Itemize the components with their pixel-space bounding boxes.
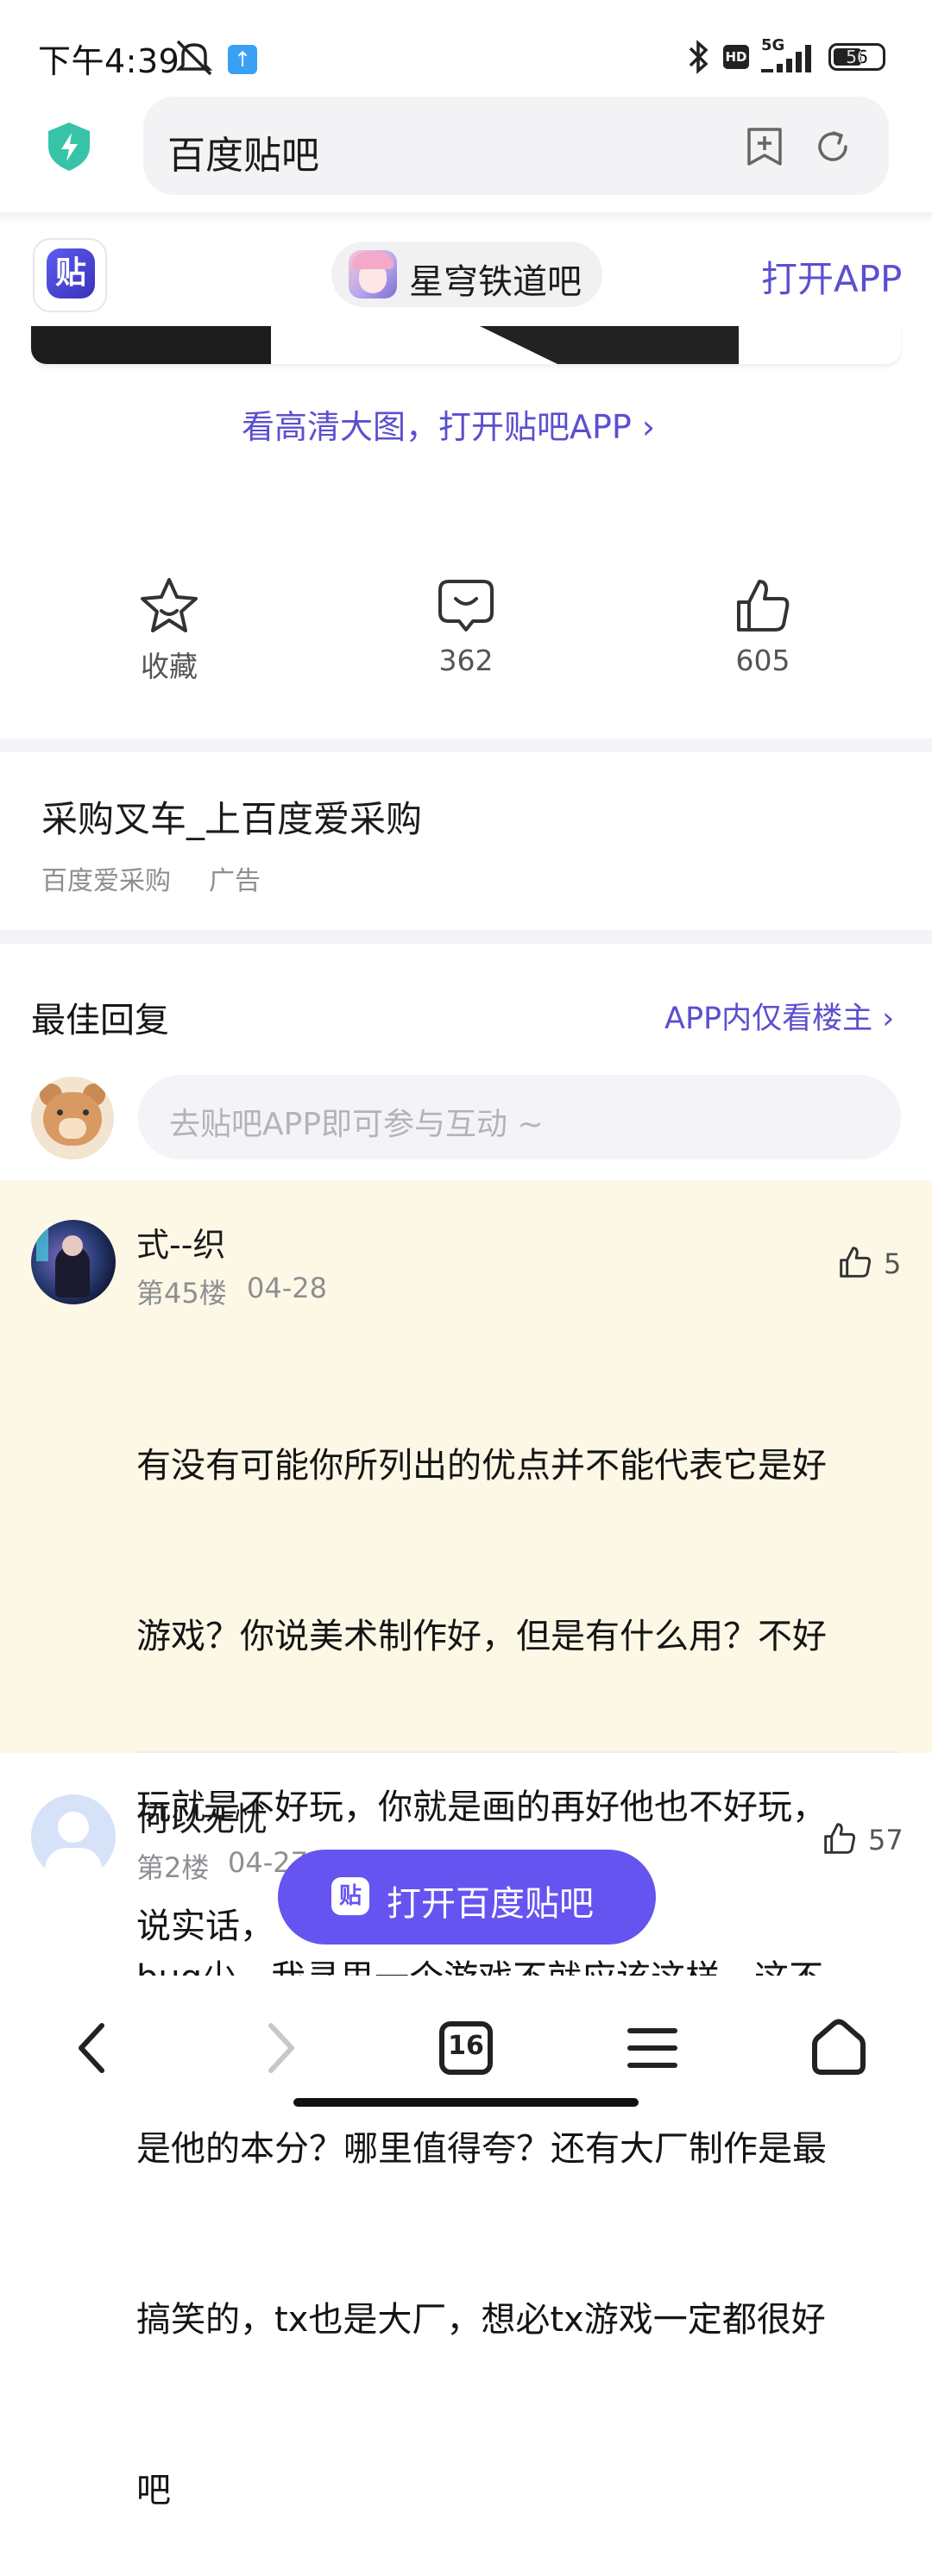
user-avatar <box>31 1077 114 1159</box>
comment-button[interactable]: 362 <box>380 576 552 677</box>
post-body-line: 游戏？你说美术制作好，但是有什么用？不好 <box>136 1617 827 1656</box>
post-like-count: 5 <box>884 1247 902 1280</box>
open-app-link[interactable]: 打开APP <box>761 250 902 303</box>
post-date: 04-28 <box>247 1272 327 1304</box>
comment-icon <box>438 580 494 631</box>
ad-tag: 广告 <box>209 866 261 896</box>
post-divider <box>136 1751 901 1753</box>
post-username[interactable]: 式--织 <box>136 1218 225 1266</box>
battery-level: 56 <box>846 47 868 67</box>
status-bar: 下午4:39 ↑ HD 5G 56 <box>0 0 932 104</box>
post-username[interactable]: 何以无忧 <box>136 1793 268 1840</box>
avatar[interactable] <box>31 1794 116 1879</box>
home-button[interactable] <box>796 2005 882 2091</box>
tieba-logo[interactable]: 贴 <box>33 238 107 312</box>
tabs-button[interactable]: 16 <box>423 2005 509 2091</box>
ad-title[interactable]: 采购叉车_上百度爱采购 <box>41 790 422 843</box>
forum-name: 星穹铁道吧 <box>409 262 582 302</box>
star-icon <box>141 578 198 632</box>
post-like-count: 57 <box>868 1824 904 1857</box>
bluetooth-icon <box>689 40 708 74</box>
battery-icon: 56 <box>828 43 885 71</box>
favorite-label: 收藏 <box>141 650 198 683</box>
thumb-up-icon <box>737 580 790 631</box>
section-divider <box>0 930 932 944</box>
hd-badge: HD <box>723 45 749 69</box>
avatar[interactable] <box>31 1220 116 1304</box>
home-icon <box>812 2019 866 2075</box>
shield-bolt-icon[interactable] <box>45 121 93 173</box>
only-op-link[interactable]: APP内仅看楼主 › <box>664 994 894 1038</box>
gesture-bar[interactable] <box>293 2098 639 2107</box>
thumb-up-icon[interactable] <box>837 1244 873 1280</box>
ad-source: 百度爱采购 <box>41 866 171 896</box>
reply-input-placeholder: 去贴吧APP即可参与互动 ~ <box>169 1107 544 1142</box>
tieba-logo-glyph: 贴 <box>47 248 95 298</box>
mute-icon <box>175 40 213 76</box>
thumb-up-icon[interactable] <box>822 1820 858 1857</box>
post-floor: 第2楼 <box>136 1851 210 1884</box>
forum-pill[interactable]: 星穹铁道吧 <box>331 242 602 307</box>
best-replies-title: 最佳回复 <box>31 1001 169 1040</box>
favorite-button[interactable]: 收藏 <box>83 576 255 685</box>
open-tieba-label: 打开百度贴吧 <box>387 1884 594 1924</box>
menu-icon <box>627 2028 677 2068</box>
tieba-icon: 贴 <box>331 1877 369 1915</box>
back-icon <box>79 2023 104 2073</box>
header-shadow <box>0 212 932 224</box>
url-text[interactable]: 百度贴吧 <box>167 124 319 179</box>
forward-icon <box>268 2023 294 2073</box>
reload-icon[interactable] <box>813 127 853 166</box>
post-body-line: 吧 <box>136 2471 171 2510</box>
signal-icon <box>761 45 811 72</box>
status-time: 下午4:39 <box>38 42 180 80</box>
menu-button[interactable] <box>609 2005 696 2091</box>
upload-notification-icon: ↑ <box>228 45 257 74</box>
section-divider <box>0 738 932 752</box>
reply-input[interactable]: 去贴吧APP即可参与互动 ~ <box>138 1075 901 1159</box>
post-body-line: 搞笑的，tx也是大厂，想必tx游戏一定都很好 <box>136 2300 826 2340</box>
like-count: 605 <box>735 644 790 677</box>
open-tieba-button[interactable]: 贴 打开百度贴吧 <box>278 1850 656 1945</box>
post-body-line: 是他的本分？哪里值得夸？还有大厂制作是最 <box>136 2129 827 2169</box>
like-button[interactable]: 605 <box>677 576 849 677</box>
back-button[interactable] <box>50 2005 136 2091</box>
post-body-line: 说实话， <box>136 1907 274 1946</box>
post-body-line: 有没有可能你所列出的优点并不能代表它是好 <box>136 1446 827 1486</box>
comment-count: 362 <box>438 644 494 677</box>
add-bookmark-icon[interactable] <box>746 127 784 166</box>
forward-button[interactable] <box>236 2005 323 2091</box>
view-hd-image-link[interactable]: 看高清大图，打开贴吧APP › <box>242 400 655 448</box>
tab-count: 16 <box>448 2031 484 2061</box>
forum-avatar <box>349 250 397 298</box>
post-floor: 第45楼 <box>136 1277 227 1310</box>
post-image[interactable] <box>31 326 901 364</box>
